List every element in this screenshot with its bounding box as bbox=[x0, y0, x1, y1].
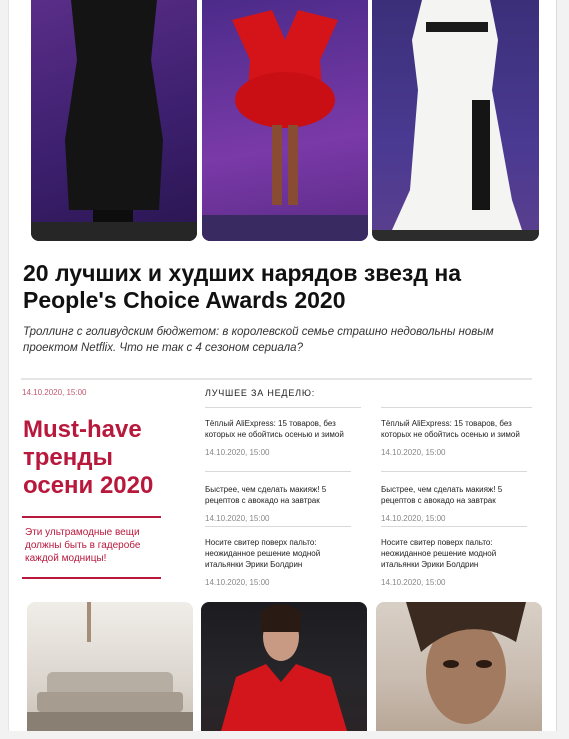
news-date: 14.10.2020, 15:00 bbox=[381, 514, 446, 523]
news-date: 14.10.2020, 15:00 bbox=[205, 448, 270, 457]
list-item[interactable]: Носите свитер поверх пальто: неожиданное… bbox=[205, 537, 355, 587]
photo-living-room[interactable] bbox=[27, 602, 193, 731]
news-title[interactable]: Быстрее, чем сделать макияж! 5 рецептов … bbox=[381, 484, 531, 506]
photo-star-black-dress[interactable] bbox=[31, 0, 197, 241]
promo-divider-top bbox=[22, 516, 161, 518]
divider bbox=[205, 407, 361, 408]
news-date: 14.10.2020, 15:00 bbox=[381, 578, 446, 587]
best-of-week-label: ЛУЧШЕЕ ЗА НЕДЕЛЮ: bbox=[205, 388, 316, 398]
page-card: 20 лучших и худших нарядов звезд на Peop… bbox=[8, 0, 557, 731]
divider bbox=[21, 378, 532, 380]
promo-date: 14.10.2020, 15:00 bbox=[22, 388, 87, 397]
news-title[interactable]: Быстрее, чем сделать макияж! 5 рецептов … bbox=[205, 484, 355, 506]
photo-star-white-gown[interactable] bbox=[372, 0, 539, 241]
promo-headline[interactable]: Must-have тренды осени 2020 bbox=[23, 416, 183, 500]
list-item[interactable]: Тёплый AliExpress: 15 товаров, без котор… bbox=[205, 418, 355, 457]
list-item[interactable]: Быстрее, чем сделать макияж! 5 рецептов … bbox=[381, 484, 531, 523]
divider bbox=[205, 471, 351, 472]
divider bbox=[381, 407, 532, 408]
news-date: 14.10.2020, 15:00 bbox=[205, 578, 270, 587]
news-date: 14.10.2020, 15:00 bbox=[381, 448, 446, 457]
article-title[interactable]: 20 лучших и худших нарядов звезд на Peop… bbox=[23, 260, 543, 314]
photo-woman-portrait[interactable] bbox=[376, 602, 542, 731]
news-title[interactable]: Носите свитер поверх пальто: неожиданное… bbox=[381, 537, 531, 570]
divider bbox=[381, 471, 527, 472]
news-title[interactable]: Тёплый AliExpress: 15 товаров, без котор… bbox=[381, 418, 531, 440]
list-item[interactable]: Носите свитер поверх пальто: неожиданное… bbox=[381, 537, 531, 587]
list-item[interactable]: Тёплый AliExpress: 15 товаров, без котор… bbox=[381, 418, 531, 457]
news-title[interactable]: Тёплый AliExpress: 15 товаров, без котор… bbox=[205, 418, 355, 440]
article-lead: Троллинг с голивудским бюджетом: в корол… bbox=[23, 326, 494, 354]
divider bbox=[381, 526, 527, 527]
promo-divider-bottom bbox=[22, 577, 161, 579]
promo-text[interactable]: Эти ультрамодные вещи должны быть в гаде… bbox=[25, 526, 165, 565]
photo-woman-red-blazer[interactable] bbox=[201, 602, 367, 731]
photo-star-red-dress[interactable] bbox=[202, 0, 368, 241]
list-item[interactable]: Быстрее, чем сделать макияж! 5 рецептов … bbox=[205, 484, 355, 523]
news-date: 14.10.2020, 15:00 bbox=[205, 514, 270, 523]
news-title[interactable]: Носите свитер поверх пальто: неожиданное… bbox=[205, 537, 355, 570]
divider bbox=[205, 526, 351, 527]
